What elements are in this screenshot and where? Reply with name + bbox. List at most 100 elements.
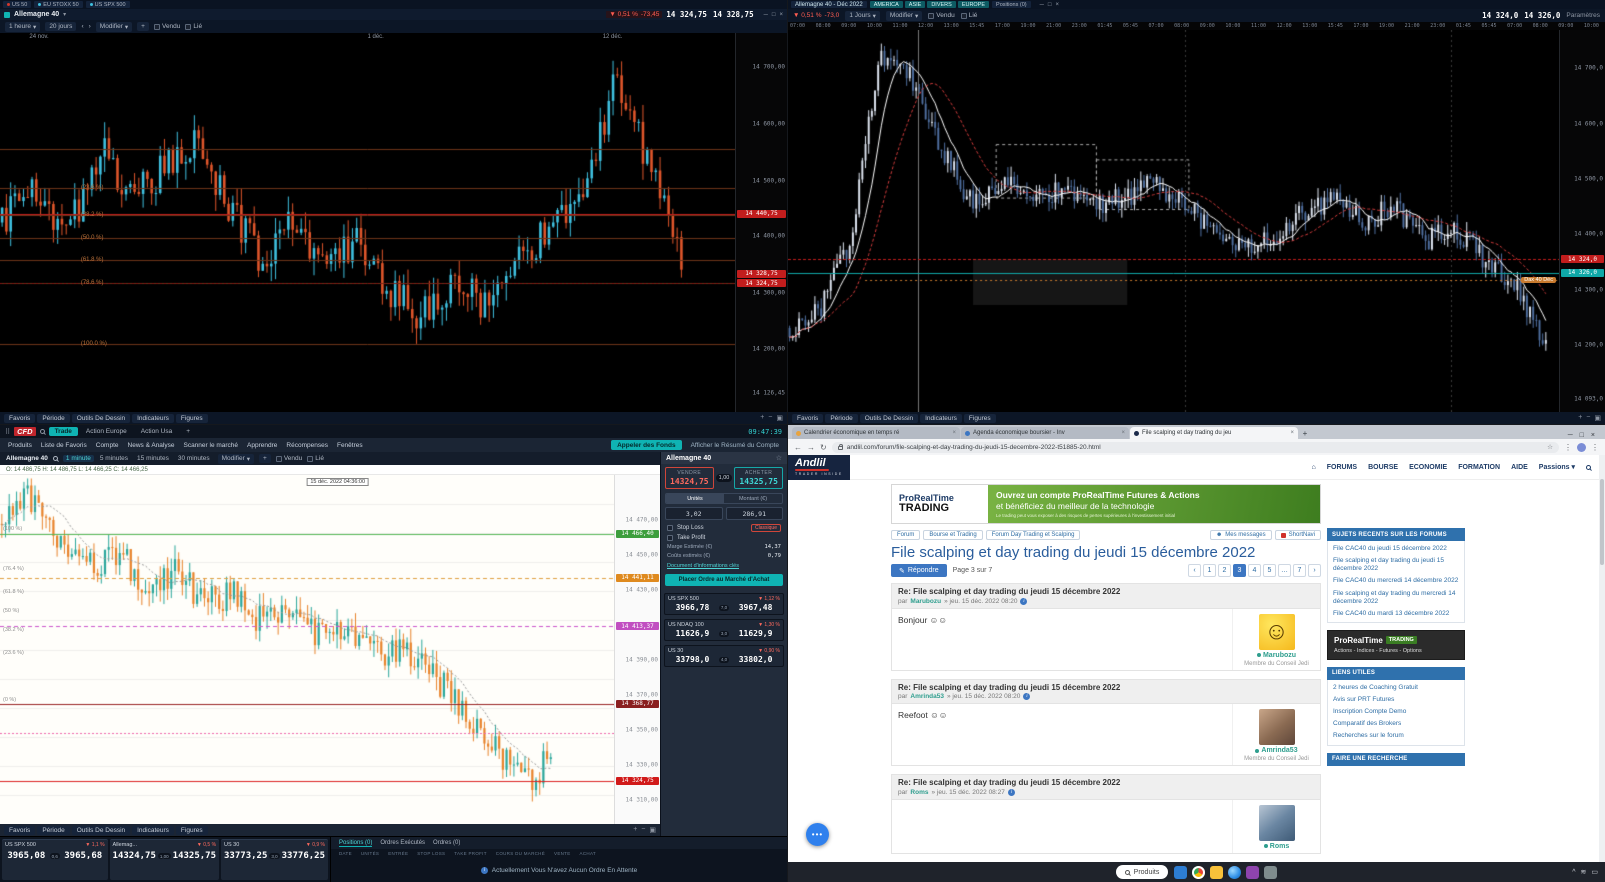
new-tab-button[interactable]: + xyxy=(1299,427,1311,439)
tile-buy-price[interactable]: 3965,68 xyxy=(62,851,105,861)
price-axis[interactable]: 14 700,00 14 600,00 14 500,00 14 400,00 14 3… xyxy=(735,33,787,412)
price-chart[interactable]: Dax 40 Déc xyxy=(788,30,1559,412)
group-button-divers[interactable]: DIVERS xyxy=(927,1,956,8)
chevron-down-icon[interactable]: ▾ xyxy=(63,11,66,18)
post-author-link[interactable]: Marubozu xyxy=(910,598,941,605)
positions-tab-positions-0[interactable]: Positions (0) xyxy=(339,840,373,847)
market-tile-us-spx-500[interactable]: US SPX 500 ▼ 1,12 % 3966,78 7,0 3967,48 xyxy=(664,593,784,615)
breadcrumb-forum-day-trading-et-scalping[interactable]: Forum Day Trading et Scalping xyxy=(985,530,1081,540)
zoom-in-icon[interactable]: + xyxy=(1578,414,1582,422)
bottom-tab-p-riode[interactable]: Période xyxy=(825,413,858,423)
window-control[interactable]: × xyxy=(1591,432,1595,439)
fullscreen-icon[interactable]: ▣ xyxy=(649,826,656,834)
info-icon[interactable]: i xyxy=(1007,788,1015,796)
workspace-tab-us-spx-500[interactable]: US SPX 500 xyxy=(85,1,130,8)
bottom-tab-favoris[interactable]: Favoris xyxy=(792,413,824,423)
tile-sell-price[interactable]: 33798,0 xyxy=(668,655,717,664)
bottom-tab-favoris[interactable]: Favoris xyxy=(4,825,36,835)
home-icon[interactable]: ⌂ xyxy=(1312,464,1316,471)
taskbar-search[interactable]: Produits xyxy=(1115,865,1169,879)
useful-link[interactable]: Avis sur PRT Futures xyxy=(1333,696,1459,704)
tile-sell-price[interactable]: 33773,25 xyxy=(224,851,267,861)
timeframe-select[interactable]: 1 Jours ▾ xyxy=(845,10,880,21)
stop-loss-row[interactable]: Stop Loss Classique xyxy=(667,524,781,532)
zoom-in-icon[interactable]: + xyxy=(633,826,637,834)
recent-topic-link[interactable]: File scalping et day trading du mercredi… xyxy=(1333,590,1459,606)
group-button-asie[interactable]: ASIE xyxy=(904,1,926,8)
timeframe-5-minutes[interactable]: 5 minutes xyxy=(97,455,131,462)
pager-page-2[interactable]: 2 xyxy=(1218,564,1231,578)
menu-produits[interactable]: Produits xyxy=(8,442,32,449)
add-button[interactable]: + xyxy=(259,454,271,463)
author-name[interactable]: Marubozu xyxy=(1256,652,1296,659)
bookmark-star-icon[interactable]: ☆ xyxy=(1547,443,1553,451)
recent-topic-link[interactable]: File CAC40 du mardi 13 décembre 2022 xyxy=(1333,610,1459,618)
store-icon[interactable] xyxy=(1174,865,1188,879)
pager-page-7[interactable]: 7 xyxy=(1293,564,1306,578)
search-icon[interactable] xyxy=(52,456,58,461)
add-indicator-button[interactable]: + xyxy=(137,22,149,31)
chat-bubble-button[interactable]: ••• xyxy=(806,823,829,846)
workspace-tab-eu-stoxx-50[interactable]: EU STOXX 50 xyxy=(34,1,83,8)
bottom-tab-indicateurs[interactable]: Indicateurs xyxy=(920,413,962,423)
fullscreen-icon[interactable]: ▣ xyxy=(776,414,783,422)
bottom-tab-p-riode[interactable]: Période xyxy=(37,825,70,835)
folder-icon[interactable] xyxy=(1210,865,1224,879)
menu-news-analyse[interactable]: News & Analyse xyxy=(128,442,175,449)
timeframe-15-minutes[interactable]: 15 minutes xyxy=(134,455,172,462)
bottom-tab-figures[interactable]: Figures xyxy=(175,825,208,835)
range-select[interactable]: 20 jours xyxy=(45,22,77,31)
settings-icon[interactable] xyxy=(1264,865,1278,879)
menu-liste-de-favoris[interactable]: Liste de Favoris xyxy=(41,442,87,449)
timeframe-1-minute[interactable]: 1 minute xyxy=(62,455,94,462)
window-controls[interactable]: ─ □ × xyxy=(1562,432,1601,439)
account-summary-link[interactable]: Afficher le Résumé du Compte xyxy=(691,442,779,449)
quantity-input[interactable]: 3,02 xyxy=(665,507,723,520)
stop-loss-checkbox[interactable] xyxy=(667,525,673,531)
modify-button[interactable]: Modifier ▾ xyxy=(885,10,923,21)
post-author-link[interactable]: Roms xyxy=(910,789,928,796)
amount-tab[interactable]: Montant (€) xyxy=(724,494,782,503)
nav-aide[interactable]: AIDE xyxy=(1511,464,1528,471)
tile-buy-price[interactable]: 33802,0 xyxy=(731,655,780,664)
avatar[interactable] xyxy=(1258,709,1295,746)
battery-icon[interactable]: ▭ xyxy=(1591,868,1598,876)
pager-page-4[interactable]: 4 xyxy=(1248,564,1261,578)
search-icon[interactable] xyxy=(39,429,45,434)
pager-page-3[interactable]: 3 xyxy=(1233,564,1246,578)
positions-button[interactable]: Positions (0) xyxy=(992,1,1031,8)
edge-icon[interactable] xyxy=(1228,865,1242,879)
info-icon[interactable]: i xyxy=(1020,597,1028,605)
tile-sell-price[interactable]: 3966,78 xyxy=(668,603,717,612)
kid-document-link[interactable]: Document d'informations clés xyxy=(667,563,781,569)
tile-buy-price[interactable]: 14325,75 xyxy=(173,851,216,861)
bottom-tab-p-riode[interactable]: Période xyxy=(37,413,70,423)
recent-topic-link[interactable]: File CAC40 du jeudi 15 décembre 2022 xyxy=(1333,545,1459,553)
media-icon[interactable] xyxy=(1246,865,1260,879)
reload-icon[interactable]: ↻ xyxy=(820,443,827,452)
tile-buy-price[interactable]: 11629,9 xyxy=(731,629,780,638)
market-tile-us-ndaq-100[interactable]: US NDAQ 100 ▼ 1,30 % 11626,9 3,0 11629,9 xyxy=(664,619,784,641)
menu-scanner-le-march[interactable]: Scanner le marché xyxy=(183,442,238,449)
workspace-tab-us-50[interactable]: US 50 xyxy=(3,1,32,8)
window-controls[interactable]: ─ □ × xyxy=(764,12,783,18)
useful-link[interactable]: Inscription Compte Demo xyxy=(1333,708,1459,716)
address-bar[interactable]: andlil.com/forum/file-scalping-et-day-tr… xyxy=(831,441,1559,453)
avatar[interactable]: ☺ xyxy=(1258,613,1295,650)
fullscreen-icon[interactable]: ▣ xyxy=(1594,414,1601,422)
tile-sell-price[interactable]: 3965,08 xyxy=(5,851,48,861)
unit-mode-toggle[interactable]: Unités Montant (€) xyxy=(665,493,783,504)
take-profit-checkbox[interactable] xyxy=(667,535,673,541)
menu-compte[interactable]: Compte xyxy=(96,442,119,449)
modify-button[interactable]: Modifier ▾ xyxy=(217,453,255,464)
chevron-up-icon[interactable]: ^ xyxy=(1572,869,1575,876)
sell-checkbox[interactable]: Vendu xyxy=(153,23,180,30)
andlil-logo[interactable]: Andlil TRADER INSIDE xyxy=(788,455,850,480)
star-icon[interactable]: ☆ xyxy=(776,454,782,462)
apps-grid-icon[interactable]: ⠿ xyxy=(5,428,10,436)
link-checkbox[interactable]: Lié xyxy=(185,23,202,30)
sell-price-button[interactable]: VENDRE 14324,75 xyxy=(665,467,714,489)
reply-button[interactable]: ✎ Répondre xyxy=(891,564,947,578)
extensions-icon[interactable]: ⋮ xyxy=(1564,443,1572,452)
browser-tab-agenda-conomique-boursier-inv[interactable]: Agenda économique boursier - Inv × xyxy=(961,427,1129,439)
